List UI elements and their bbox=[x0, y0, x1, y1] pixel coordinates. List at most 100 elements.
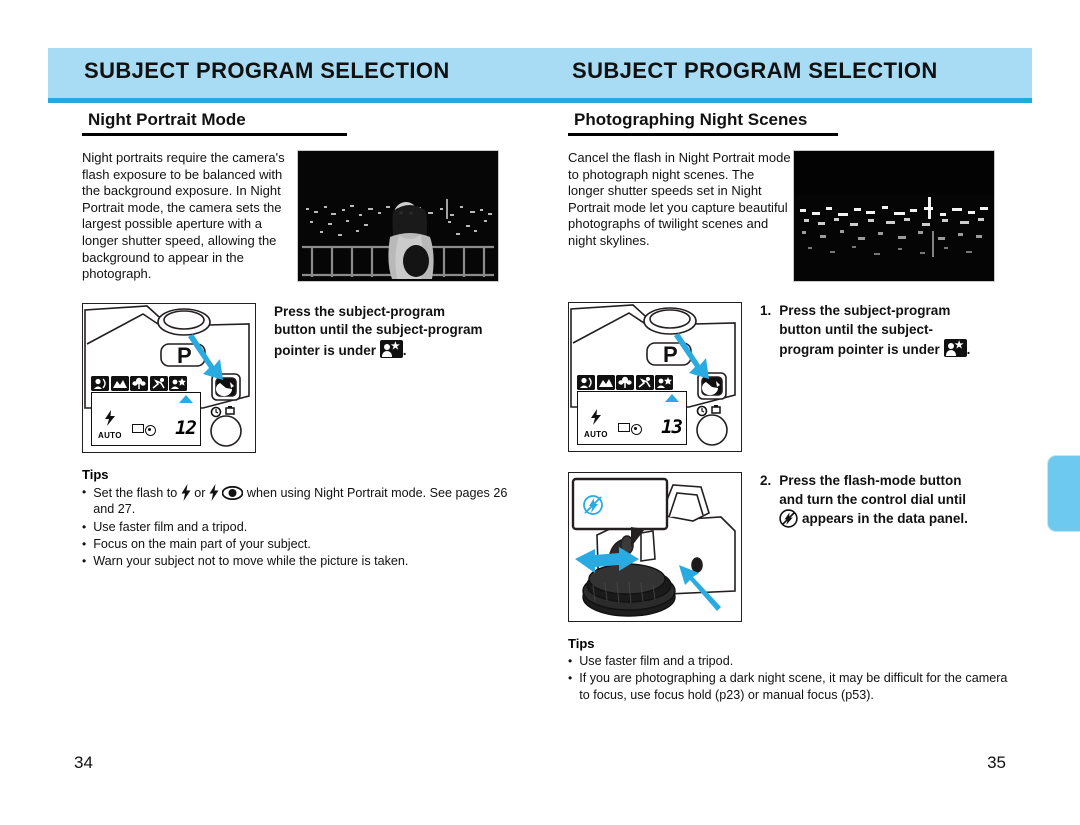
figure-instruction-row-step-1: P AUTO 13 1. Press the subject-program b… bbox=[568, 302, 1016, 452]
intro-paragraph: Cancel the flash in Night Portrait mode … bbox=[568, 150, 791, 248]
left-page-column: Night Portrait Mode Night portraits requ… bbox=[82, 110, 522, 571]
tip-text: Warn your subject not to move while the … bbox=[93, 554, 409, 569]
intro-paragraph: Night portraits require the camera's fla… bbox=[82, 150, 285, 282]
lcd-auto-label: AUTO bbox=[98, 430, 122, 440]
flash-fill-icon bbox=[181, 483, 191, 501]
lcd-subject-program-icons bbox=[91, 375, 201, 391]
mode-letter-p: P bbox=[177, 343, 192, 368]
lcd-data-panel: AUTO 13 bbox=[577, 375, 687, 445]
page-number-right: 35 bbox=[987, 753, 1006, 772]
lcd-frame-icon bbox=[618, 423, 630, 432]
step-1-line-3-text: program pointer is under bbox=[779, 342, 940, 357]
lcd-frame-count: 12 bbox=[175, 416, 197, 439]
self-timer-drive-icons bbox=[210, 405, 235, 418]
camera-flash-mode-dial-figure bbox=[568, 472, 742, 622]
night-portrait-icon: ★ bbox=[379, 339, 403, 358]
instruction-step-2: 2. Press the flash-mode button and turn … bbox=[760, 472, 968, 529]
list-item: • Warn your subject not to move while th… bbox=[82, 553, 522, 569]
bullet-icon: • bbox=[82, 484, 87, 499]
page-title-left: SUBJECT PROGRAM SELECTION bbox=[84, 58, 450, 83]
subject-program-pointer bbox=[665, 394, 679, 402]
camera-top-subject-program-figure: P bbox=[568, 302, 742, 452]
night-cityscape-art bbox=[794, 151, 994, 281]
page-title-right: SUBJECT PROGRAM SELECTION bbox=[572, 58, 938, 83]
header-rule bbox=[48, 98, 1032, 103]
figure-instruction-row-step-2: 2. Press the flash-mode button and turn … bbox=[568, 472, 1016, 622]
section-heading-night-portrait: Night Portrait Mode bbox=[82, 110, 347, 136]
red-eye-icon bbox=[222, 485, 244, 500]
list-item: • Use faster film and a tripod. bbox=[568, 653, 1016, 669]
instruction-step-1: 1. Press the subject-program button unti… bbox=[760, 302, 970, 360]
night-portrait-icon bbox=[655, 375, 673, 390]
flash-fill-icon bbox=[209, 483, 219, 501]
lcd-exposure-icon bbox=[145, 424, 156, 436]
step-1-lines: Press the subject-program button until t… bbox=[779, 302, 970, 360]
portrait-icon bbox=[577, 375, 595, 390]
subject-program-pointer bbox=[179, 394, 193, 403]
camera-top-subject-program-figure: P bbox=[82, 302, 256, 453]
camera-front-drawing bbox=[571, 477, 736, 617]
lcd-frame-icon bbox=[132, 423, 144, 433]
instruction-line-2: button until the subject-program bbox=[274, 322, 483, 338]
tip-text-middle: or bbox=[194, 485, 206, 500]
tip-text: If you are photographing a dark night sc… bbox=[579, 671, 1008, 702]
flash-cancel-icon bbox=[779, 509, 798, 528]
instruction-line-3: pointer is under ★ . bbox=[274, 339, 483, 361]
macro-icon bbox=[130, 375, 148, 391]
step-1-line-3-period: . bbox=[966, 342, 971, 357]
step-2-line-1: Press the flash-mode button bbox=[779, 473, 962, 488]
night-portrait-icon: ★ bbox=[943, 339, 967, 357]
mode-letter-p: P bbox=[663, 342, 678, 367]
tips-title: Tips bbox=[82, 466, 109, 482]
figure-instruction-row-1: P AUTO 12 Press the subject-program butt… bbox=[82, 302, 522, 453]
instruction-subject-program: Press the subject-program button until t… bbox=[274, 303, 483, 361]
bullet-icon: • bbox=[82, 536, 87, 551]
portrait-icon bbox=[91, 375, 109, 391]
page-number-left: 34 bbox=[74, 753, 93, 772]
tip-text-before: Set the flash to bbox=[93, 485, 178, 500]
step-2-line-2: and turn the control dial until bbox=[779, 491, 967, 507]
macro-icon bbox=[616, 375, 634, 390]
list-item: • Use faster film and a tripod. bbox=[82, 519, 522, 535]
night-portrait-photo bbox=[297, 150, 499, 282]
list-item: • If you are photographing a dark night … bbox=[568, 670, 1016, 703]
bullet-icon: • bbox=[82, 554, 87, 569]
section-side-tab bbox=[1047, 455, 1080, 532]
step-2-lines: Press the flash-mode button and turn the… bbox=[779, 472, 968, 529]
instruction-line-1: Press the subject-program bbox=[274, 303, 446, 319]
tips-block-left: Tips • Set the flash to or when using Ni bbox=[82, 467, 522, 570]
night-portrait-photo-art bbox=[298, 151, 498, 281]
tip-text: Focus on the main part of your subject. bbox=[93, 536, 311, 551]
landscape-icon bbox=[110, 375, 129, 391]
lcd-body: AUTO 13 bbox=[577, 391, 687, 445]
lcd-data-panel: AUTO 12 bbox=[91, 375, 201, 446]
lcd-flash-indicator: AUTO bbox=[98, 409, 122, 440]
instruction-line-3-text: pointer is under bbox=[274, 342, 377, 358]
lcd-body: AUTO 12 bbox=[91, 391, 201, 446]
tip-text: Set the flash to or when using Night Por… bbox=[93, 483, 522, 518]
right-page-column: Photographing Night Scenes Cancel the fl… bbox=[568, 110, 1016, 704]
step-number: 1. bbox=[760, 303, 772, 318]
section-heading-night-scenes: Photographing Night Scenes bbox=[568, 110, 838, 136]
intro-block: Cancel the flash in Night Portrait mode … bbox=[568, 150, 1016, 282]
intro-block: Night portraits require the camera's fla… bbox=[82, 150, 522, 283]
manual-page-spread: SUBJECT PROGRAM SELECTION SUBJECT PROGRA… bbox=[0, 0, 1080, 825]
tips-block-right: Tips • Use faster film and a tripod. • I… bbox=[568, 636, 1016, 703]
tip-text: Use faster film and a tripod. bbox=[93, 519, 248, 534]
step-2-line-3-text: appears in the data panel. bbox=[802, 511, 968, 526]
lcd-flash-indicator: AUTO bbox=[584, 409, 608, 439]
bullet-icon: • bbox=[82, 519, 87, 534]
step-1-line-3: program pointer is under ★ . bbox=[779, 339, 970, 360]
landscape-icon bbox=[596, 375, 615, 390]
tips-title: Tips bbox=[568, 636, 595, 651]
step-1-line-2: button until the subject- bbox=[779, 321, 933, 337]
sports-icon bbox=[149, 375, 168, 391]
lcd-subject-program-icons bbox=[577, 375, 687, 390]
lcd-frame-count: 13 bbox=[661, 416, 683, 438]
lcd-auto-label: AUTO bbox=[584, 430, 608, 439]
lcd-exposure-icon bbox=[631, 424, 642, 435]
tip-text: Use faster film and a tripod. bbox=[579, 654, 734, 668]
step-1-line-1: Press the subject-program bbox=[779, 303, 951, 318]
list-item: • Focus on the main part of your subject… bbox=[82, 536, 522, 552]
self-timer-drive-icons bbox=[696, 405, 721, 417]
